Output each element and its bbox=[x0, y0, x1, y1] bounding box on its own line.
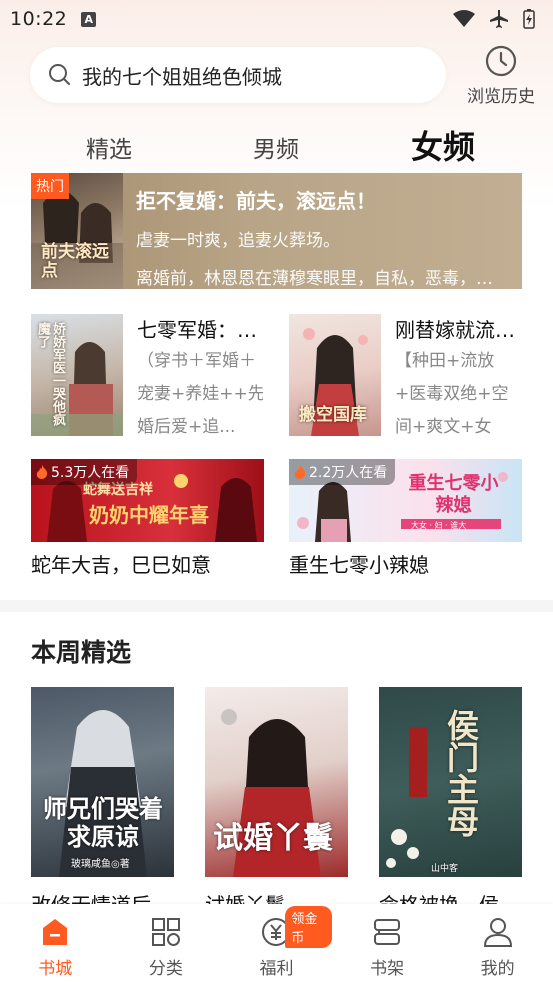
book-cover-title: 搬空国库 bbox=[299, 405, 367, 425]
viewers-badge: 2.2万人在看 bbox=[289, 459, 396, 485]
book-info: 七零军婚：娇... （穿书＋军婚＋宠妻+养娃++先婚后爱+追... bbox=[123, 314, 263, 436]
nav-bookstore[interactable]: 书城 bbox=[0, 904, 111, 984]
section-title: 本周精选 bbox=[31, 638, 132, 667]
hot-book-title: 拒不复婚：前夫，滚远点！ bbox=[136, 189, 376, 213]
search-placeholder: 我的七个姐姐绝色倾城 bbox=[82, 64, 282, 89]
hot-tag: 热门 bbox=[31, 173, 69, 199]
nav-label: 福利 bbox=[259, 959, 294, 979]
history-button[interactable]: 浏览历史 bbox=[460, 44, 542, 108]
weekly-book-cover: 侯门主母 山中客 bbox=[379, 687, 522, 877]
weekly-book-card[interactable]: 试婚丫鬟 试婚丫鬟 bbox=[205, 687, 348, 918]
weekly-cover-author: 玻璃咸鱼◎著 bbox=[71, 859, 130, 870]
book-cover-title: 娇娇军医一哭他疯魔了 bbox=[35, 322, 65, 426]
nav-profile[interactable]: 我的 bbox=[442, 904, 553, 984]
weekly-cover-title: 试婚丫鬟 bbox=[213, 821, 333, 856]
search-input[interactable]: 我的七个姐姐绝色倾城 bbox=[30, 47, 446, 103]
tab-featured[interactable]: 精选 bbox=[86, 130, 132, 164]
book-info: 刚替嫁就流放... 【种田+流放+医毒双绝+空间+爽文+女强... bbox=[381, 314, 521, 436]
clock-icon bbox=[485, 45, 517, 77]
search-icon bbox=[49, 64, 70, 85]
person-icon bbox=[483, 918, 512, 947]
battery-icon bbox=[523, 9, 535, 29]
promo-art-title: 奶奶中耀年喜 bbox=[89, 503, 209, 527]
promo-banner[interactable]: 重生七零小辣媳 大女 · 妇 · 谁大 2.2万人在看 bbox=[289, 459, 522, 542]
book-card[interactable]: 搬空国库 刚替嫁就流放... 【种田+流放+医毒双绝+空间+爽文+女强... bbox=[289, 314, 521, 436]
viewers-count: 2.2万人在看 bbox=[309, 465, 388, 481]
notification-a-icon: A bbox=[81, 11, 97, 27]
hot-book-subtitle: 虐妻一时爽，追妻火葬场。 bbox=[136, 231, 340, 251]
nav-category[interactable]: 分类 bbox=[111, 904, 222, 984]
hot-book-banner[interactable]: 热门 前夫滚远点 拒不复婚：前夫，滚远点！ 虐妻一时爽，追妻火葬场。 离婚前，林… bbox=[31, 173, 522, 289]
airplane-icon bbox=[490, 10, 508, 28]
promo-banner[interactable]: 蛇舞送吉祥 奶奶中耀年喜 5.3万人在看 bbox=[31, 459, 264, 542]
book-cover: 搬空国库 bbox=[289, 314, 381, 436]
book-title: 刚替嫁就流放... bbox=[395, 318, 521, 342]
hot-book-desc: 离婚前，林恩恩在薄穆寒眼里，自私，恶毒，虚荣... bbox=[136, 269, 498, 289]
nav-bookshelf[interactable]: 书架 bbox=[332, 904, 443, 984]
weekly-cover-title: 师兄们哭着求原谅 bbox=[43, 794, 163, 851]
wifi-icon bbox=[453, 10, 475, 27]
nav-label: 书城 bbox=[38, 959, 73, 979]
tab-male[interactable]: 男频 bbox=[253, 130, 299, 164]
history-label: 浏览历史 bbox=[467, 87, 535, 107]
book-title: 七零军婚：娇... bbox=[137, 318, 263, 342]
book-cover: 娇娇军医一哭他疯魔了 bbox=[31, 314, 123, 436]
weekly-cover-author: 山中客 bbox=[431, 864, 459, 874]
nav-label: 我的 bbox=[480, 959, 515, 979]
hot-book-cover: 热门 前夫滚远点 bbox=[31, 173, 123, 289]
coin-badge: 领金币 bbox=[285, 906, 332, 948]
channel-tabs: 精选 男频 女频 bbox=[0, 122, 553, 168]
hot-cover-title: 前夫滚远点 bbox=[41, 242, 109, 281]
home-icon bbox=[43, 919, 68, 945]
bookshelf-icon bbox=[374, 919, 401, 945]
hot-book-info: 拒不复婚：前夫，滚远点！ 虐妻一时爽，追妻火葬场。 离婚前，林恩恩在薄穆寒眼里，… bbox=[123, 173, 522, 289]
weekly-book-cover: 师兄们哭着求原谅 玻璃咸鱼◎著 bbox=[31, 687, 174, 877]
status-bar: 10:22 A bbox=[0, 0, 553, 38]
promo-art-title: 重生七零小辣媳 bbox=[408, 473, 499, 516]
weekly-book-cover: 试婚丫鬟 bbox=[205, 687, 348, 877]
promo-caption[interactable]: 蛇年大吉，巳巳如意 bbox=[31, 549, 211, 578]
weekly-cover-title: 侯门主母 bbox=[442, 709, 480, 837]
weekly-book-card[interactable]: 侯门主母 山中客 命格被换，侯... bbox=[379, 687, 522, 918]
viewers-count: 5.3万人在看 bbox=[51, 465, 130, 481]
book-desc: 【种田+流放+医毒双绝+空间+爽文+女强... bbox=[395, 351, 509, 436]
promo-art-subtitle: 大女 · 妇 · 谁大 bbox=[411, 521, 467, 530]
grid-icon bbox=[151, 918, 180, 946]
nav-label: 分类 bbox=[148, 959, 183, 979]
nav-welfare[interactable]: 领金币 福利 bbox=[221, 904, 332, 984]
section-divider bbox=[0, 600, 553, 612]
flame-icon bbox=[36, 465, 48, 479]
promo-caption[interactable]: 重生七零小辣媳 bbox=[289, 549, 429, 578]
book-desc: （穿书＋军婚＋宠妻+养娃++先婚后爱+追... bbox=[137, 351, 263, 436]
flame-icon bbox=[294, 465, 306, 479]
tab-female[interactable]: 女频 bbox=[411, 122, 475, 168]
nav-label: 书架 bbox=[370, 959, 405, 979]
book-card[interactable]: 娇娇军医一哭他疯魔了 七零军婚：娇... （穿书＋军婚＋宠妻+养娃++先婚后爱+… bbox=[31, 314, 263, 436]
status-time: 10:22 bbox=[10, 8, 68, 30]
viewers-badge: 5.3万人在看 bbox=[31, 459, 138, 485]
weekly-book-card[interactable]: 师兄们哭着求原谅 玻璃咸鱼◎著 改修无情道后... bbox=[31, 687, 174, 918]
bottom-nav: 书城 分类 领金币 福利 书架 我的 bbox=[0, 904, 553, 984]
